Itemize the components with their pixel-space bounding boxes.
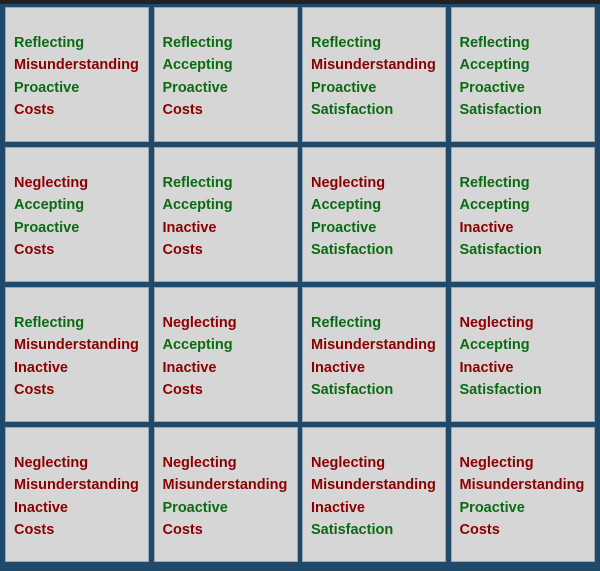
cell-word: Proactive: [311, 219, 377, 236]
cell-word: Costs: [459, 521, 500, 538]
cell-word: Satisfaction: [311, 241, 394, 258]
cell-word: Neglecting: [311, 175, 386, 191]
grid-cell: Neglecting Accepting Inactive Satisfaction: [450, 287, 595, 422]
cell-word: Costs: [162, 521, 203, 538]
cell-word: Inactive: [162, 359, 217, 376]
cell-word: Inactive: [311, 499, 365, 516]
cell-word: Accepting: [162, 197, 233, 214]
grid-cell: Neglecting Misunderstanding Proactive Costs: [450, 427, 595, 562]
cell-word: Accepting: [459, 197, 530, 214]
cell-word: Inactive: [14, 359, 68, 376]
grid-cell: Neglecting Accepting Proactive Satisfaction: [302, 147, 446, 282]
grid-cell: Reflecting Misunderstanding Proactive Satis…: [302, 7, 446, 142]
cell-word: Reflecting: [311, 35, 382, 51]
top-bar: [0, 0, 600, 4]
cell-word: Neglecting: [459, 315, 534, 331]
cell-word: Satisfaction: [459, 101, 542, 118]
grid-cell: Neglecting Accepting Inactive Costs: [153, 287, 298, 422]
cell-word: Accepting: [459, 57, 530, 74]
cell-word: Satisfaction: [459, 241, 542, 258]
cell-word: Reflecting: [311, 315, 382, 331]
cell-word: Accepting: [162, 57, 233, 74]
cell-word: Misunderstanding: [162, 477, 288, 494]
cell-word: Inactive: [14, 499, 68, 516]
cell-word: Costs: [14, 101, 55, 118]
cell-word: Misunderstanding: [14, 337, 139, 354]
cell-word: Inactive: [162, 219, 217, 236]
cell-word: Reflecting: [162, 175, 233, 191]
grid-cell: Reflecting Misunderstanding Inactive Satisf…: [302, 287, 446, 422]
grid-cell: Neglecting Accepting Proactive Costs: [5, 147, 149, 282]
cell-word: Neglecting: [311, 455, 386, 471]
cell-word: Misunderstanding: [311, 337, 436, 354]
grid-cell: Reflecting Accepting Proactive Satisfaction: [450, 7, 595, 142]
cell-word: Proactive: [459, 499, 525, 516]
cell-word: Satisfaction: [459, 381, 542, 398]
cell-word: Costs: [162, 101, 203, 118]
cell-word: Costs: [14, 521, 55, 538]
cell-word: Reflecting: [459, 175, 530, 191]
cell-word: Reflecting: [14, 315, 85, 331]
cell-word: Proactive: [459, 79, 525, 96]
cell-word: Reflecting: [459, 35, 530, 51]
cell-word: Misunderstanding: [14, 57, 139, 74]
cell-word: Costs: [162, 241, 203, 258]
grid-cell: Reflecting Misunderstanding Proactive Costs: [5, 7, 149, 142]
cell-word: Misunderstanding: [311, 477, 436, 494]
cell-word: Misunderstanding: [459, 477, 585, 494]
grid-cell: Neglecting Misunderstanding Inactive Satisf…: [302, 427, 446, 562]
cell-word: Neglecting: [14, 175, 89, 191]
grid-cell: Neglecting Misunderstanding Proactive Costs: [153, 427, 298, 562]
cell-word: Accepting: [14, 197, 85, 214]
grid-cell: Reflecting Misunderstanding Inactive Costs: [5, 287, 149, 422]
grid-cell: Reflecting Accepting Inactive Costs: [153, 147, 298, 282]
cell-word: Satisfaction: [311, 521, 394, 538]
grid-cell: Reflecting Accepting Proactive Costs: [153, 7, 298, 142]
grid-cell: Neglecting Misunderstanding Inactive Costs: [5, 427, 149, 562]
cell-word: Neglecting: [162, 455, 237, 471]
cell-word: Misunderstanding: [311, 57, 436, 74]
grid-cell: Reflecting Accepting Inactive Satisfaction: [450, 147, 595, 282]
cell-word: Neglecting: [162, 315, 237, 331]
cell-word: Proactive: [311, 79, 377, 96]
cell-word: Neglecting: [459, 455, 534, 471]
cell-word: Costs: [162, 381, 203, 398]
cell-word: Inactive: [459, 219, 514, 236]
cell-word: Accepting: [459, 337, 530, 354]
cell-word: Reflecting: [162, 35, 233, 51]
cell-word: Proactive: [162, 79, 228, 96]
combination-grid: Reflecting Misunderstanding Proactive Costs…: [5, 7, 595, 562]
cell-word: Reflecting: [14, 35, 85, 51]
cell-word: Proactive: [162, 499, 228, 516]
cell-word: Satisfaction: [311, 101, 394, 118]
cell-word: Misunderstanding: [14, 477, 139, 494]
cell-word: Neglecting: [14, 455, 89, 471]
cell-word: Costs: [14, 241, 55, 258]
cell-word: Accepting: [311, 197, 382, 214]
cell-word: Satisfaction: [311, 381, 394, 398]
cell-word: Inactive: [311, 359, 365, 376]
cell-word: Proactive: [14, 219, 80, 236]
cell-word: Costs: [14, 381, 55, 398]
cell-word: Proactive: [14, 79, 80, 96]
cell-word: Accepting: [162, 337, 233, 354]
cell-word: Inactive: [459, 359, 514, 376]
